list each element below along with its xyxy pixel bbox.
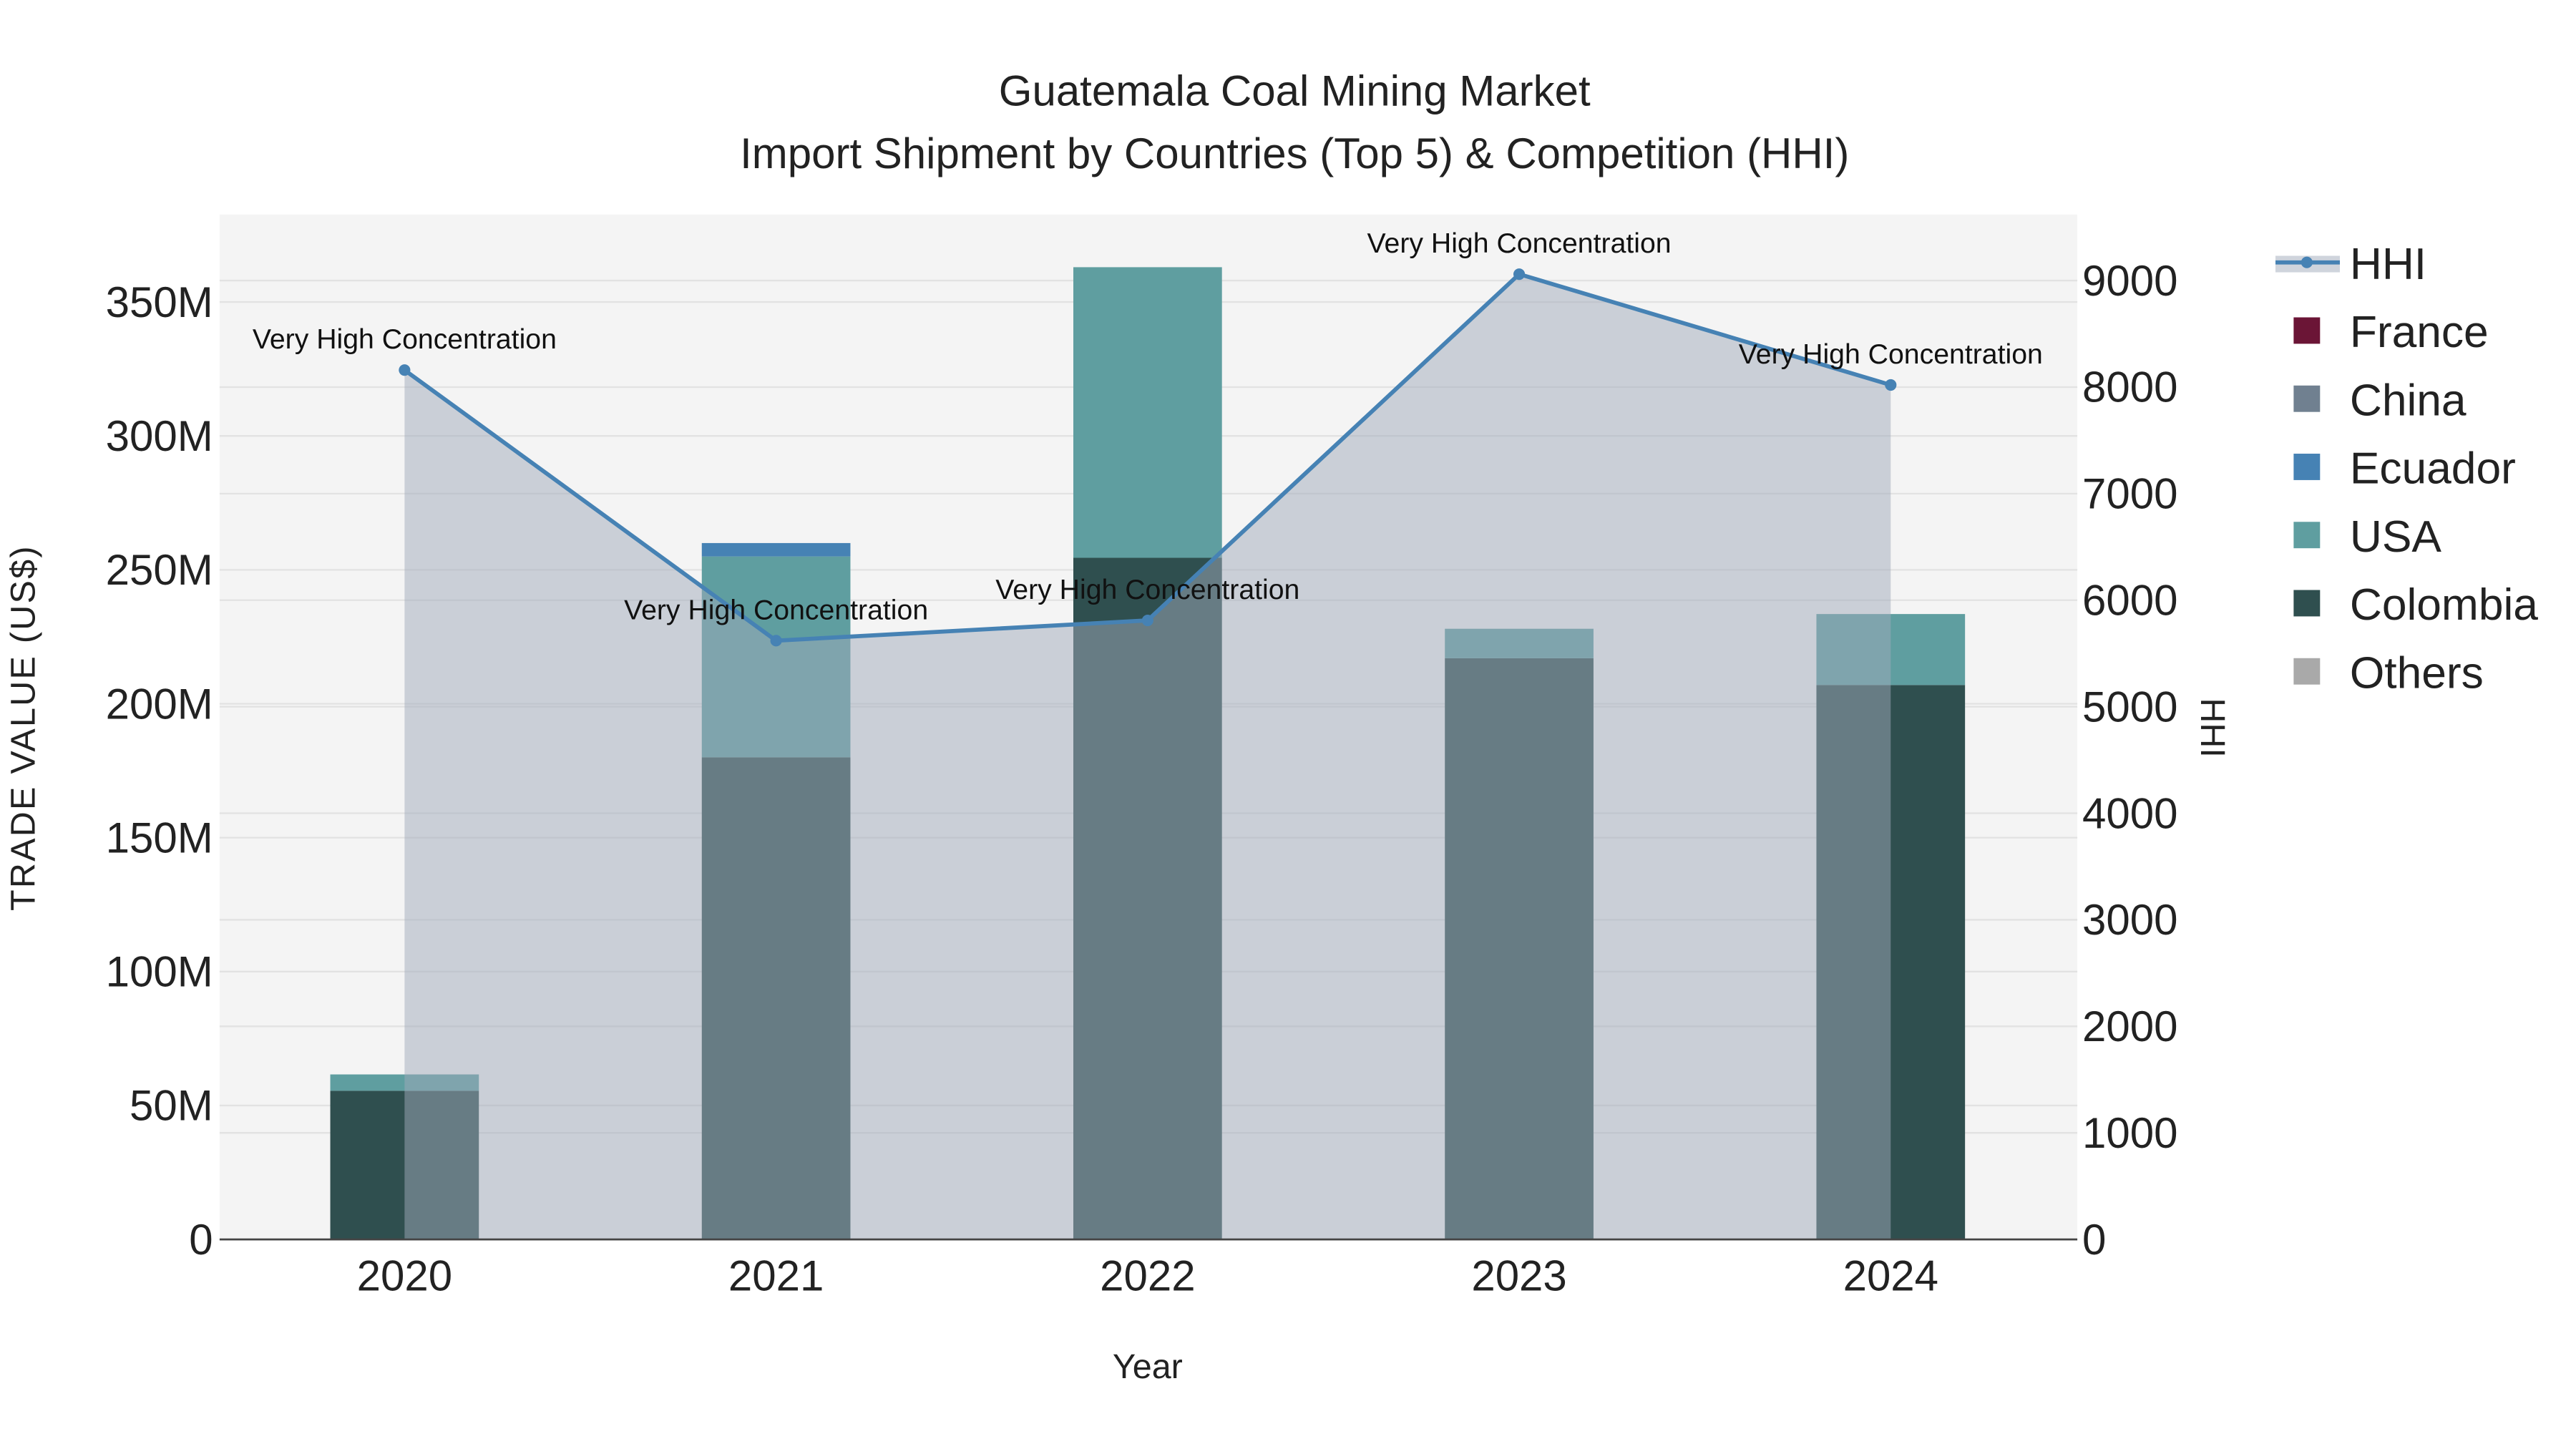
y2-tick-label: 0 xyxy=(2082,1216,2106,1264)
legend-label-colombia: Colombia xyxy=(2350,580,2538,630)
y2-tick-label: 8000 xyxy=(2082,364,2177,411)
legend-label-hhi: HHI xyxy=(2350,240,2426,289)
legend-swatch-colombia xyxy=(2293,590,2321,617)
legend-label-ecuador: Ecuador xyxy=(2350,444,2516,494)
legend-swatch-france xyxy=(2293,317,2321,344)
x-axis-title: Year xyxy=(1113,1347,1183,1386)
y-tick-label: 0 xyxy=(189,1216,213,1264)
y-tick-label: 150M xyxy=(106,814,213,862)
legend-label-france: France xyxy=(2350,308,2489,357)
bar-ecuador-2021 xyxy=(701,542,851,557)
y2-tick-label: 1000 xyxy=(2082,1109,2177,1157)
x-tick-label: 2023 xyxy=(1471,1252,1566,1300)
x-tick-label: 2021 xyxy=(728,1252,824,1300)
chart-title: Guatemala Coal Mining Market xyxy=(999,67,1591,115)
y-tick-label: 100M xyxy=(106,948,213,996)
hhi-point xyxy=(1141,614,1153,627)
legend-swatch-others xyxy=(2293,658,2321,685)
hhi-annotation: Very High Concentration xyxy=(253,324,557,355)
y2-axis-title: HHI xyxy=(2193,698,2232,757)
hhi-point xyxy=(770,635,782,647)
y2-tick-label: 6000 xyxy=(2082,577,2177,625)
y-tick-label: 300M xyxy=(106,412,213,460)
x-tick-label: 2020 xyxy=(357,1252,452,1300)
y2-tick-label: 4000 xyxy=(2082,789,2177,837)
x-tick-label: 2024 xyxy=(1843,1252,1938,1300)
hhi-annotation: Very High Concentration xyxy=(1739,339,2043,370)
y-axis-title: TRADE VALUE (US$) xyxy=(4,545,42,911)
hhi-point xyxy=(1885,379,1897,391)
legend-swatch-usa xyxy=(2293,522,2321,549)
hhi-annotation: Very High Concentration xyxy=(624,595,928,625)
y-tick-label: 200M xyxy=(106,680,213,728)
legend-label-china: China xyxy=(2350,376,2467,425)
y-tick-label: 250M xyxy=(106,546,213,594)
legend-label-others: Others xyxy=(2350,648,2484,698)
legend-label-usa: USA xyxy=(2350,512,2442,562)
y2-tick-label: 7000 xyxy=(2082,470,2177,518)
y2-tick-label: 3000 xyxy=(2082,896,2177,944)
x-tick-label: 2022 xyxy=(1100,1252,1195,1300)
chart: Very High Concentration Very High Concent… xyxy=(4,67,2538,1386)
hhi-point xyxy=(399,364,411,376)
chart-subtitle: Import Shipment by Countries (Top 5) & C… xyxy=(740,130,1849,177)
hhi-annotation: Very High Concentration xyxy=(995,575,1299,605)
legend-swatch-china xyxy=(2293,385,2321,412)
y2-tick-label: 5000 xyxy=(2082,683,2177,731)
y2-tick-label: 9000 xyxy=(2082,257,2177,305)
bar-usa-2022 xyxy=(1073,267,1222,558)
legend-swatch-hhi-marker xyxy=(2301,256,2313,268)
y2-tick-label: 2000 xyxy=(2082,1002,2177,1050)
hhi-point xyxy=(1513,268,1526,280)
legend-swatch-ecuador xyxy=(2293,454,2321,480)
y-tick-label: 350M xyxy=(106,278,213,326)
y-tick-label: 50M xyxy=(130,1082,213,1130)
hhi-annotation: Very High Concentration xyxy=(1367,228,1672,259)
legend: HHI France China Ecuador USA Colombia Others xyxy=(2275,240,2538,698)
